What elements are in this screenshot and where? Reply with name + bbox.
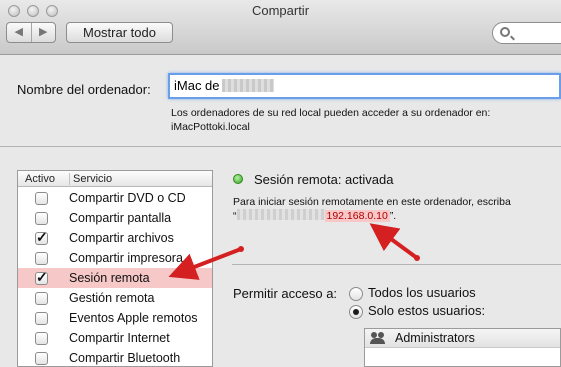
service-checkbox[interactable] (35, 229, 48, 246)
service-checkbox[interactable] (35, 352, 48, 365)
services-table: Activo Servicio Compartir DVD o CD Compar… (17, 170, 213, 367)
service-checkbox[interactable] (35, 269, 48, 286)
service-row[interactable]: Sesión remota (18, 268, 212, 288)
pane-divider (232, 264, 561, 265)
computer-name-help: Los ordenadores de su red local pueden a… (171, 106, 490, 134)
service-row[interactable]: Gestión remota (18, 288, 212, 308)
service-row[interactable]: Compartir pantalla (18, 208, 212, 228)
redacted-user (236, 209, 325, 220)
radio-all-users[interactable] (349, 287, 363, 301)
radio-only-these-users-label[interactable]: Solo estos usuarios: (368, 303, 485, 318)
service-checkbox[interactable] (35, 252, 48, 265)
allow-access-label: Permitir acceso a: (233, 286, 338, 301)
service-label: Compartir DVD o CD (69, 191, 186, 205)
service-row[interactable]: Compartir archivos (18, 228, 212, 248)
service-checkbox[interactable] (35, 292, 48, 305)
service-label: Compartir pantalla (69, 211, 172, 225)
ip-address: 192.168.0.10 (324, 210, 390, 222)
service-label: Compartir archivos (69, 231, 174, 245)
users-list: Administrators (364, 328, 561, 367)
annotation-arrow-ip-tail (414, 255, 420, 261)
close-quote: ”. (389, 210, 397, 222)
service-label: Compartir Bluetooth (69, 351, 181, 365)
local-hostname: iMacPottoki.local (171, 121, 250, 133)
service-row[interactable]: Eventos Apple remotos (18, 308, 212, 328)
status-indicator-icon (233, 174, 243, 184)
search-icon (500, 27, 510, 37)
service-label: Compartir impresora (69, 251, 183, 265)
back-icon[interactable]: ◀ (7, 23, 32, 42)
radio-all-users-label[interactable]: Todos los usuarios (368, 285, 476, 300)
services-table-header: Activo Servicio (18, 171, 212, 187)
back-forward-control: ◀ ▶ (6, 22, 56, 43)
users-list-item[interactable]: Administrators (365, 329, 560, 348)
service-row[interactable]: Compartir Internet (18, 328, 212, 348)
search-field[interactable] (492, 22, 561, 44)
service-label: Compartir Internet (69, 331, 170, 345)
remote-login-info: Para iniciar sesión remotamente en este … (233, 196, 511, 223)
service-row[interactable]: Compartir impresora (18, 248, 212, 268)
service-label: Eventos Apple remotos (69, 311, 198, 325)
service-label: Sesión remota (69, 271, 150, 285)
help-line-1: Los ordenadores de su red local pueden a… (171, 107, 491, 119)
service-status: Sesión remota: activada (254, 172, 394, 187)
column-active-header[interactable]: Activo (25, 173, 55, 185)
sharing-window: Compartir ◀ ▶ Mostrar todo Nombre del or… (0, 0, 561, 367)
redacted-name (221, 79, 274, 92)
service-row[interactable]: Compartir DVD o CD (18, 188, 212, 208)
annotation-arrow-service-tail (238, 246, 244, 252)
radio-only-these-users[interactable] (349, 305, 363, 319)
users-list-item-label: Administrators (395, 331, 475, 345)
computer-name-field[interactable]: iMac de (168, 73, 561, 99)
forward-icon[interactable]: ▶ (32, 23, 56, 42)
computer-name-value: iMac de (174, 78, 220, 93)
info-line-1: Para iniciar sesión remotamente en este … (233, 196, 511, 208)
service-checkbox[interactable] (35, 312, 48, 325)
show-all-button[interactable]: Mostrar todo (66, 22, 173, 43)
service-checkbox[interactable] (35, 212, 48, 225)
annotation-arrow-ip (369, 223, 419, 260)
service-row[interactable]: Compartir Bluetooth (18, 348, 212, 367)
service-checkbox[interactable] (35, 332, 48, 345)
service-label: Gestión remota (69, 291, 155, 305)
group-icon (370, 332, 385, 344)
title-bar: Compartir ◀ ▶ Mostrar todo (0, 0, 561, 55)
computer-name-label: Nombre del ordenador: (17, 82, 151, 97)
section-divider (0, 146, 561, 147)
window-title: Compartir (251, 3, 310, 18)
service-checkbox[interactable] (35, 192, 48, 205)
ssh-command: “192.168.0.10”. (233, 209, 511, 223)
column-service-header[interactable]: Servicio (69, 173, 112, 185)
